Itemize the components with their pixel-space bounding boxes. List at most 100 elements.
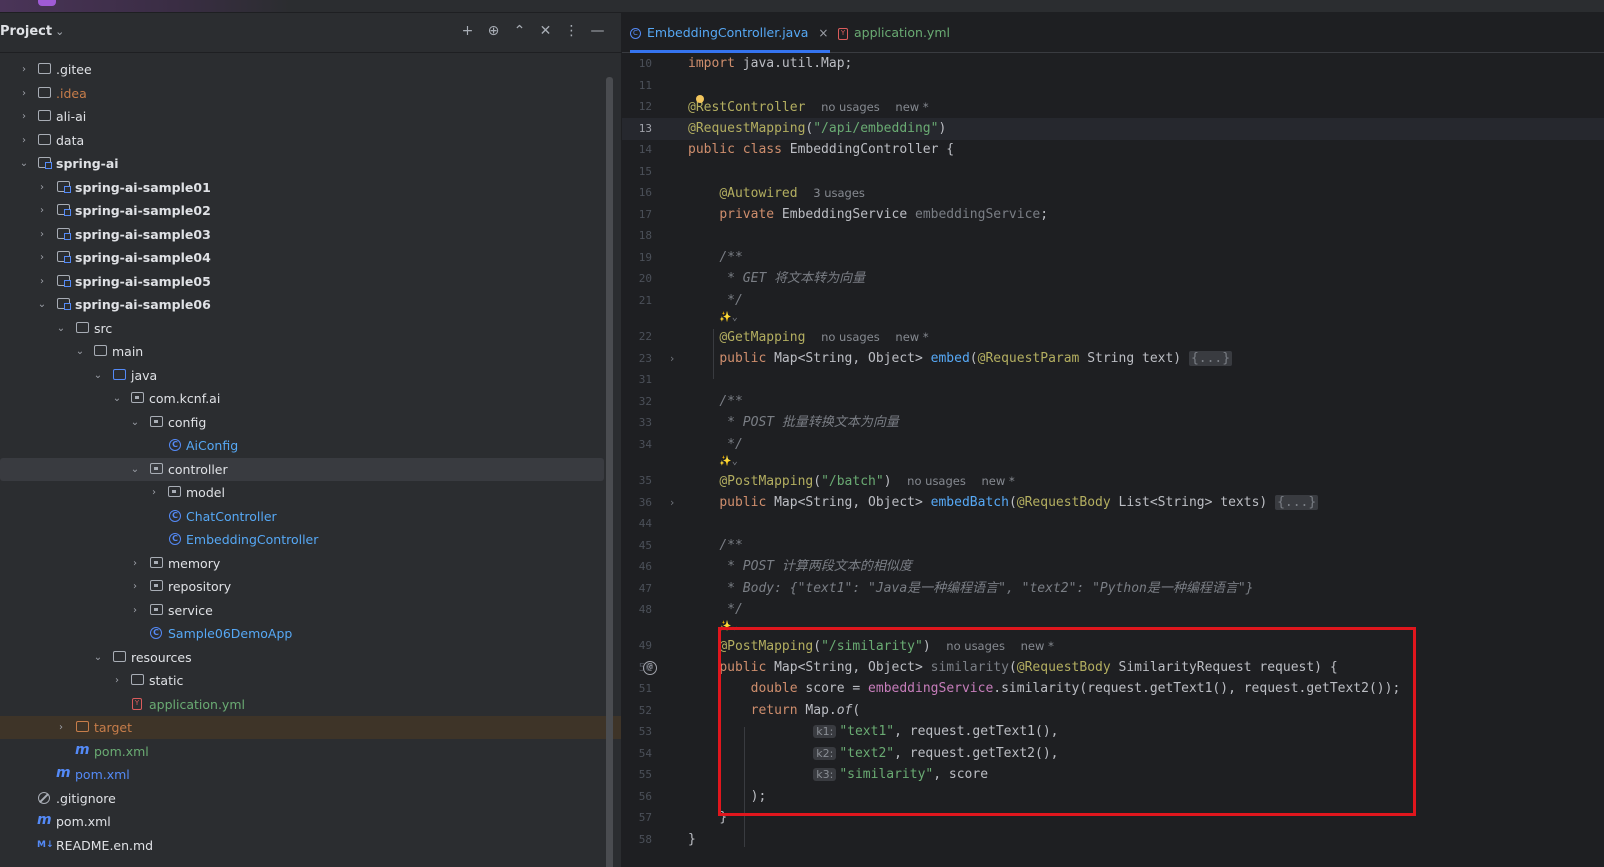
chevron-down-icon[interactable]: ⌄	[92, 646, 104, 669]
tree-item-java[interactable]: ⌄ java	[0, 364, 612, 387]
tree-item-data[interactable]: › data	[0, 129, 612, 152]
tree-item-readme-en-md[interactable]: M↓ README.en.md	[0, 834, 612, 857]
tree-item-pom-xml-sample06[interactable]: m pom.xml	[0, 740, 612, 763]
tree-item-gitignore[interactable]: .gitignore	[0, 787, 612, 810]
title-bar	[0, 0, 1604, 13]
tree-item-com-kcnf-ai[interactable]: ⌄ com.kcnf.ai	[0, 387, 612, 410]
tree-item-config[interactable]: ⌄ config	[0, 411, 612, 434]
chevron-down-icon[interactable]: ⌄	[36, 293, 48, 316]
code-text: * POST 计算两段文本的相似度	[719, 559, 912, 574]
code-text: @RequestMapping("/api/embedding")	[688, 120, 947, 136]
tree-item-controller[interactable]: ⌄ controller	[0, 457, 604, 481]
package-icon	[150, 462, 163, 474]
tree-item-ali-ai[interactable]: › ali-ai	[0, 105, 612, 128]
code-line: 32 /**	[622, 391, 1604, 413]
tree-item-gitee[interactable]: › .gitee	[0, 58, 612, 81]
folder-icon	[38, 86, 51, 98]
line-number: 14	[638, 143, 652, 156]
line-number: 15	[638, 164, 652, 178]
editor-tabs: C EmbeddingController.java × Yapplication.…	[622, 13, 1604, 53]
minimize-icon[interactable]: —	[590, 22, 605, 40]
chevron-right-icon[interactable]: ›	[129, 575, 141, 598]
close-icon[interactable]: ×	[818, 26, 828, 40]
expand-all-icon[interactable]: ⌃	[512, 22, 527, 40]
code-line: 20 * GET 将文本转为向量	[622, 268, 1604, 290]
chevron-right-icon[interactable]: ›	[18, 129, 30, 152]
chevron-right-icon[interactable]: ›	[129, 599, 141, 622]
tree-item-static[interactable]: › static	[0, 669, 612, 692]
tree-item-chatcontroller[interactable]: C ChatController	[0, 505, 612, 528]
chevron-down-icon[interactable]: ⌄	[92, 364, 104, 387]
tree-item-embeddingcontroller[interactable]: C EmbeddingController	[0, 528, 612, 551]
locate-icon[interactable]: ⊕	[486, 22, 501, 40]
package-icon	[150, 556, 163, 568]
chevron-right-icon[interactable]: ›	[18, 82, 30, 105]
collapse-all-icon[interactable]: ✕	[538, 22, 553, 40]
tab-application-yml[interactable]: Yapplication.yml	[838, 13, 950, 52]
chevron-right-icon[interactable]: ›	[129, 552, 141, 575]
tree-item-spring-ai-sample03[interactable]: › spring-ai-sample03	[0, 223, 612, 246]
tree-item-pom-xml-spring-ai[interactable]: m pom.xml	[0, 763, 612, 786]
tab-embeddingcontroller[interactable]: C EmbeddingController.java ×	[630, 13, 831, 53]
chevron-right-icon[interactable]: ›	[148, 481, 160, 504]
tree-item-src[interactable]: ⌄ src	[0, 317, 612, 340]
chevron-right-icon[interactable]: ›	[111, 669, 123, 692]
code-text: public class EmbeddingController {	[688, 142, 955, 157]
project-scrollbar[interactable]	[606, 77, 613, 867]
chevron-right-icon[interactable]: ›	[36, 270, 48, 293]
tree-item-target[interactable]: › target	[0, 716, 621, 739]
code-line: 31	[622, 369, 1604, 391]
tree-item-memory[interactable]: › memory	[0, 552, 612, 575]
tree-item-aiconfig[interactable]: C AiConfig	[0, 434, 612, 457]
tree-item-spring-ai-sample01[interactable]: › spring-ai-sample01	[0, 176, 612, 199]
tree-item-spring-ai-sample06[interactable]: ⌄ spring-ai-sample06	[0, 293, 612, 316]
line-number: 55	[638, 768, 652, 781]
code-text: * Body: {"text1": "Java是一种编程语言", "text2"…	[719, 580, 1254, 596]
endpoint-icon[interactable]: @	[643, 660, 657, 675]
tree-item-resources[interactable]: ⌄ resources	[0, 646, 612, 669]
tree-item-sample06demoapp[interactable]: C Sample06DemoApp	[0, 622, 612, 645]
chevron-right-icon[interactable]: ›	[55, 716, 67, 739]
code-text: /**	[719, 393, 743, 409]
chevron-down-icon[interactable]: ⌄	[74, 340, 86, 363]
chevron-right-icon[interactable]: ›	[18, 58, 30, 81]
tree-item-service[interactable]: › service	[0, 599, 612, 622]
tree-item-spring-ai-sample05[interactable]: › spring-ai-sample05	[0, 270, 612, 293]
package-icon	[150, 603, 163, 615]
more-options-icon[interactable]: ⋮	[564, 22, 579, 40]
tree-item-repository[interactable]: › repository	[0, 575, 612, 598]
tree-item-spring-ai-sample04[interactable]: › spring-ai-sample04	[0, 246, 612, 269]
ai-inlay[interactable]: ✨⌄	[622, 452, 1604, 470]
chevron-right-icon[interactable]: ›	[36, 199, 48, 222]
chevron-right-icon[interactable]: ›	[36, 246, 48, 269]
tree-item-spring-ai-sample02[interactable]: › spring-ai-sample02	[0, 199, 612, 222]
fold-chevron-icon[interactable]: ›	[664, 348, 680, 370]
chevron-down-icon[interactable]: ⌄	[18, 152, 30, 175]
tree-item-spring-ai[interactable]: ⌄ spring-ai	[0, 152, 612, 175]
module-folder-icon	[57, 227, 71, 240]
chevron-down-icon[interactable]: ⌄	[129, 411, 141, 434]
chevron-down-icon[interactable]: ⌄	[55, 317, 67, 340]
tree-item-pom-xml-root[interactable]: m pom.xml	[0, 810, 612, 833]
add-icon[interactable]: +	[460, 22, 475, 40]
lightbulb-icon[interactable]	[695, 95, 704, 103]
project-view-selector[interactable]: Project ⌄	[0, 24, 64, 39]
tree-item-main[interactable]: ⌄ main	[0, 340, 612, 363]
ai-inlay[interactable]: ✨⌄	[622, 308, 1604, 326]
maven-icon: m	[56, 765, 71, 781]
chevron-down-icon[interactable]: ⌄	[111, 387, 123, 410]
line-number: 32	[638, 394, 652, 408]
tree-item-application-yml[interactable]: Yapplication.yml	[0, 693, 612, 716]
tree-item-model[interactable]: › model	[0, 481, 612, 504]
code-line: 12 @RestController no usages new *	[622, 95, 1604, 118]
fold-chevron-icon[interactable]: ›	[664, 492, 680, 514]
tree-item-idea[interactable]: › .idea	[0, 82, 612, 105]
folded-block[interactable]: {...}	[1275, 494, 1319, 510]
chevron-right-icon[interactable]: ›	[18, 105, 30, 128]
chevron-right-icon[interactable]: ›	[36, 223, 48, 246]
folded-block[interactable]: {...}	[1188, 350, 1233, 366]
chevron-down-icon[interactable]: ⌄	[129, 458, 141, 481]
line-number: 35	[638, 474, 652, 487]
chevron-right-icon[interactable]: ›	[36, 176, 48, 199]
line-number: 10	[638, 57, 652, 70]
